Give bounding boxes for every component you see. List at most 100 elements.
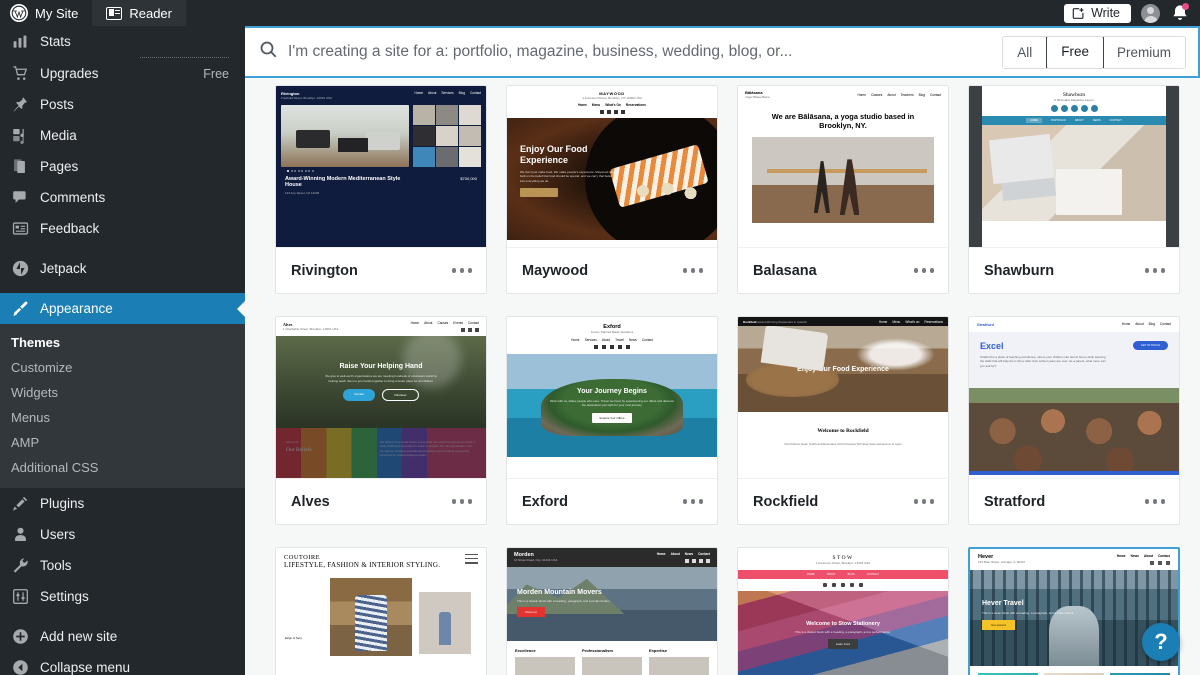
mini-body: Stratford is a place of teaching excelle…	[980, 355, 1106, 368]
mini-section-title: Our Beliefs	[286, 447, 312, 453]
theme-name: Stratford	[984, 493, 1046, 510]
mini-nav-item: Services	[441, 91, 454, 95]
sidebar-item-users[interactable]: Users	[0, 519, 245, 550]
theme-name: Rivington	[291, 262, 358, 279]
mini-headline: Award-Winning Modern Mediterranean Style…	[285, 176, 401, 188]
comment-icon	[9, 188, 31, 208]
mini-body: We give to well-worth organizations we a…	[325, 373, 437, 383]
filter-all-button[interactable]: All	[1003, 36, 1048, 68]
mini-body: Chef Patron Sean Smith and Executive Che…	[784, 442, 902, 446]
theme-card-stratford[interactable]: Stratford Home About Blog Contact Excel …	[968, 316, 1180, 525]
notification-dot	[1182, 3, 1189, 10]
chart-bars-icon	[9, 32, 31, 52]
avatar[interactable]	[1141, 3, 1160, 23]
theme-card-alves[interactable]: Alves 1 Charitable Street, Brooklyn, 100…	[275, 316, 487, 525]
mini-column-title: Expertise	[649, 648, 668, 653]
theme-more-options-button[interactable]	[673, 262, 703, 279]
mini-social-icons	[738, 579, 948, 591]
theme-more-options-button[interactable]	[1135, 262, 1165, 279]
filter-free-button[interactable]: Free	[1046, 36, 1104, 68]
theme-more-options-button[interactable]	[442, 262, 472, 279]
mini-nav-item: Home	[578, 103, 587, 107]
submenu-item-additional-css[interactable]: Additional CSS	[0, 455, 245, 480]
mini-nav-item: News	[628, 338, 637, 342]
sidebar-item-label: Appearance	[40, 301, 113, 316]
mini-nav-item: BLOG	[847, 573, 855, 576]
mini-nav-item: Contact	[698, 552, 710, 556]
sidebar-upgrades-plan-badge: Free	[203, 66, 229, 81]
theme-thumbnail[interactable]: Stratford Home About Blog Contact Excel …	[969, 317, 1179, 478]
sidebar-item-label: Upgrades	[40, 66, 99, 81]
theme-thumbnail[interactable]: Shawburn A Minimalist Magazine Layout HO…	[969, 86, 1179, 247]
sidebar-item-label: Settings	[40, 589, 89, 604]
theme-more-options-button[interactable]	[442, 493, 472, 510]
masterbar-my-site[interactable]: My Site	[10, 0, 92, 26]
submenu-item-customize[interactable]: Customize	[0, 355, 245, 380]
mini-carousel-dots	[287, 170, 481, 172]
theme-thumbnail[interactable]: Rivington Freehold Street, Brooklyn, 100…	[276, 86, 486, 247]
search-input[interactable]	[288, 43, 1003, 61]
submenu-item-themes[interactable]: Themes	[0, 330, 245, 355]
sidebar-item-upgrades[interactable]: Upgrades Free	[0, 58, 245, 89]
main-content: Write All	[245, 0, 1200, 675]
mini-nav-item: Blog	[1148, 322, 1155, 326]
filter-premium-button[interactable]: Premium	[1102, 36, 1185, 68]
theme-thumbnail[interactable]: Rockfield Award-Winning Restaurant in Ip…	[738, 317, 948, 478]
theme-card-rivington[interactable]: Rivington Freehold Street, Brooklyn, 100…	[275, 85, 487, 294]
submenu-item-widgets[interactable]: Widgets	[0, 380, 245, 405]
sidebar-item-comments[interactable]: Comments	[0, 182, 245, 213]
theme-name: Maywood	[522, 262, 589, 279]
sidebar-item-settings[interactable]: Settings	[0, 581, 245, 612]
theme-card-maywood[interactable]: MAYWOOD 1 Freemont Street, Brooklyn, NY …	[506, 85, 718, 294]
sidebar-item-plugins[interactable]: Plugins	[0, 488, 245, 519]
sidebar-item-label: Collapse menu	[40, 660, 131, 675]
theme-card-rockfield[interactable]: Rockfield Award-Winning Restaurant in Ip…	[737, 316, 949, 525]
theme-thumbnail[interactable]: COUTOIRE LIFESTYLE, FASHION & INTERIOR S…	[276, 548, 486, 675]
sidebar-item-posts[interactable]: Posts	[0, 89, 245, 120]
theme-more-options-button[interactable]	[904, 262, 934, 279]
theme-card-morden[interactable]: Morden 10 Straw Road, City, 01234 USA Ho…	[506, 547, 718, 675]
help-button[interactable]: ?	[1142, 623, 1180, 661]
mini-nav-item: HOME	[1026, 118, 1042, 123]
sidebar-item-label: Feedback	[40, 221, 100, 236]
sidebar-item-label: Add new site	[40, 629, 118, 644]
sidebar-menu: Stats Upgrades Free Posts Media Pages Co…	[0, 26, 245, 675]
notifications-bell-icon[interactable]	[1170, 3, 1190, 23]
theme-card-balasana[interactable]: Bālāsana Yoga Pilates Barre Home Classes…	[737, 85, 949, 294]
sidebar-item-pages[interactable]: Pages	[0, 151, 245, 182]
sidebar-item-add-new-site[interactable]: Add new site	[0, 621, 245, 652]
sidebar-item-feedback[interactable]: Feedback	[0, 213, 245, 244]
write-button[interactable]: Write	[1064, 3, 1131, 23]
theme-thumbnail[interactable]: Bālāsana Yoga Pilates Barre Home Classes…	[738, 86, 948, 247]
theme-thumbnail[interactable]: Hever 123 Main Street, Chicago, IL 60007…	[970, 549, 1178, 675]
theme-more-options-button[interactable]	[673, 493, 703, 510]
mini-body: Work with us, fellow people who care. Tr…	[549, 398, 675, 407]
submenu-item-menus[interactable]: Menus	[0, 405, 245, 430]
sidebar-item-tools[interactable]: Tools	[0, 550, 245, 581]
theme-card-exford[interactable]: Exford Luxury Tailored Made Vacations Ho…	[506, 316, 718, 525]
sidebar-item-label: Tools	[40, 558, 72, 573]
sidebar-item-label: Users	[40, 527, 76, 542]
theme-thumbnail[interactable]: STOW 1 Freemont Street, Brooklyn, 12345 …	[738, 548, 948, 675]
theme-grid-scroll-area[interactable]: Rivington Freehold Street, Brooklyn, 100…	[245, 78, 1200, 675]
mini-nav-item: About	[428, 91, 437, 95]
theme-thumbnail[interactable]: Morden 10 Straw Road, City, 01234 USA Ho…	[507, 548, 717, 675]
mini-headline: Morden Mountain Movers	[517, 589, 602, 596]
theme-thumbnail[interactable]: Exford Luxury Tailored Made Vacations Ho…	[507, 317, 717, 478]
sidebar-item-appearance[interactable]: Appearance	[0, 293, 245, 324]
sidebar-item-stats[interactable]: Stats	[0, 26, 245, 57]
sidebar-item-media[interactable]: Media	[0, 120, 245, 151]
theme-more-options-button[interactable]	[904, 493, 934, 510]
sidebar-item-collapse-menu[interactable]: Collapse menu	[0, 652, 245, 675]
theme-card-coutoire[interactable]: COUTOIRE LIFESTYLE, FASHION & INTERIOR S…	[275, 547, 487, 675]
theme-card-stow[interactable]: STOW 1 Freemont Street, Brooklyn, 12345 …	[737, 547, 949, 675]
sidebar-item-label: Media	[40, 128, 77, 143]
mini-cta-button: Explore Our Offers	[591, 413, 633, 424]
theme-card-shawburn[interactable]: Shawburn A Minimalist Magazine Layout HO…	[968, 85, 1180, 294]
theme-thumbnail[interactable]: MAYWOOD 1 Freemont Street, Brooklyn, NY …	[507, 86, 717, 247]
submenu-item-amp[interactable]: AMP	[0, 430, 245, 455]
masterbar-reader[interactable]: Reader	[92, 0, 186, 26]
sidebar-item-jetpack[interactable]: Jetpack	[0, 253, 245, 284]
theme-thumbnail[interactable]: Alves 1 Charitable Street, Brooklyn, 100…	[276, 317, 486, 478]
theme-more-options-button[interactable]	[1135, 493, 1165, 510]
